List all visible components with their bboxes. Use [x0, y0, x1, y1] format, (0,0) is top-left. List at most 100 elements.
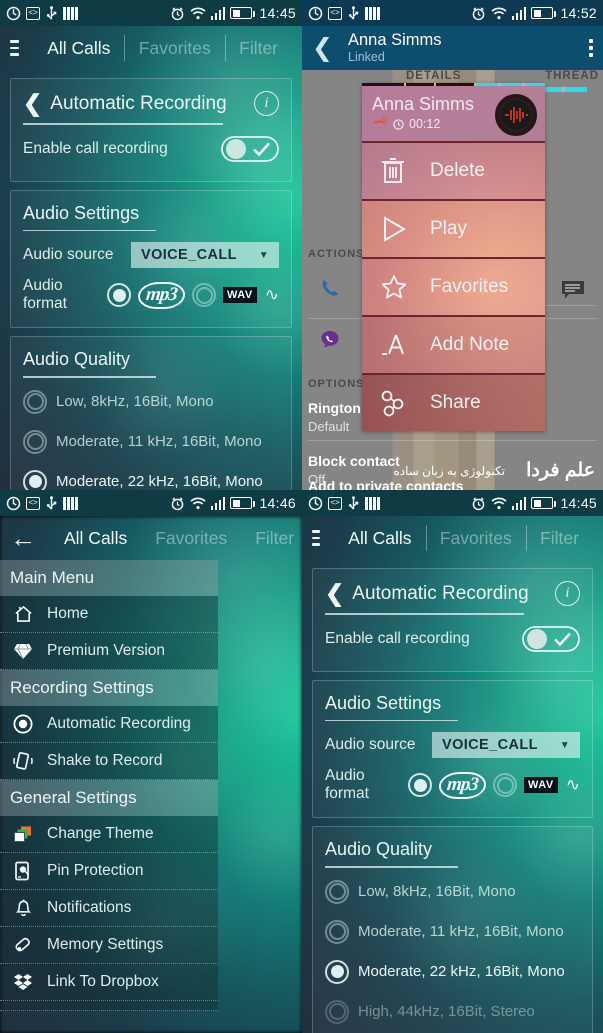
drawer-item-link-to-dropbox[interactable]: Link To Dropbox [0, 964, 218, 1001]
tab-all-calls[interactable]: All Calls [33, 38, 124, 59]
viber-icon[interactable] [320, 330, 340, 350]
status-bar: <> 14:52 [302, 0, 603, 26]
chevron-left-icon[interactable]: ❮ [325, 582, 344, 605]
play-icon [380, 215, 430, 243]
enable-call-recording-label: Enable call recording [325, 629, 470, 647]
popup-item-share[interactable]: Share [362, 373, 545, 431]
usb-icon [347, 495, 360, 511]
tab-filter[interactable]: Filter [241, 528, 302, 549]
app-bar: ← All Calls Favorites Filter [0, 516, 302, 560]
quality-radio[interactable] [23, 429, 47, 454]
tab-details[interactable]: DETAILS [406, 70, 461, 82]
drawer-section-recording-settings: Recording Settings [0, 670, 218, 706]
alarm-icon [170, 496, 185, 511]
audio-source-select[interactable]: VOICE_CALL ▼ [131, 242, 279, 269]
add-private-contacts-title[interactable]: Add to private contacts [308, 478, 464, 490]
alarm-icon [471, 6, 486, 21]
divider [325, 719, 458, 722]
drawer-item-shake-to-record[interactable]: Shake to Record [0, 743, 218, 780]
wav-logo-icon: WAV [223, 287, 257, 304]
kebab-menu-icon[interactable] [589, 39, 593, 57]
quality-option-high[interactable]: High, 44kHz, 16Bit, Stereo [325, 992, 580, 1032]
drawer-item-memory-settings[interactable]: Memory Settings [0, 927, 218, 964]
drawer-item-label: Change Theme [47, 825, 154, 842]
divider [325, 613, 524, 615]
enable-call-recording-row[interactable]: Enable call recording [23, 129, 279, 169]
format-wav-radio[interactable] [192, 283, 216, 308]
popup-item-delete[interactable]: Delete [362, 141, 545, 199]
hamburger-icon[interactable] [10, 40, 20, 56]
enable-call-recording-toggle[interactable] [522, 625, 580, 652]
arrow-left-icon[interactable]: ← [10, 525, 36, 551]
audio-quality-card: Audio Quality Low, 8kHz, 16Bit, Mono Mod… [10, 336, 292, 490]
tab-all-calls[interactable]: All Calls [50, 528, 141, 549]
drawer-item-automatic-recording[interactable]: Automatic Recording [0, 706, 218, 743]
format-wav-radio[interactable] [493, 773, 517, 798]
ringtone-title[interactable]: Rington [308, 400, 361, 416]
popup-item-favorites[interactable]: Favorites [362, 257, 545, 315]
popup-item-play[interactable]: Play [362, 199, 545, 257]
info-icon[interactable]: i [254, 91, 279, 116]
quality-radio[interactable] [325, 919, 349, 944]
audio-quality-title: Audio Quality [325, 839, 433, 860]
home-icon [11, 605, 35, 623]
quality-option-moderate-22[interactable]: Moderate, 22 kHz, 16Bit, Mono [23, 462, 279, 490]
chevron-left-icon[interactable]: ❮ [23, 92, 42, 115]
tab-favorites[interactable]: Favorites [141, 528, 241, 549]
quality-radio[interactable] [23, 469, 47, 490]
quality-option-moderate-11[interactable]: Moderate, 11 kHz, 16Bit, Mono [325, 912, 580, 952]
drawer-item-pin-protection[interactable]: Pin Protection [0, 853, 218, 890]
quality-option-low[interactable]: Low, 8kHz, 16Bit, Mono [23, 382, 279, 422]
navigation-drawer: Main Menu Home Premium Version Recording… [0, 560, 218, 1033]
enable-call-recording-row[interactable]: Enable call recording [325, 619, 580, 659]
audio-settings-title: Audio Settings [23, 202, 140, 223]
equalizer-icon [63, 6, 78, 20]
tab-favorites[interactable]: Favorites [426, 528, 526, 549]
popup-indicator-bars [362, 83, 545, 86]
divider [23, 229, 157, 232]
format-mp3-radio[interactable] [408, 773, 433, 798]
hamburger-icon[interactable] [312, 530, 321, 546]
quality-radio[interactable] [325, 999, 349, 1024]
tab-filter[interactable]: Filter [225, 38, 292, 59]
audio-format-row: Audio format mp3 WAV ∿ [325, 765, 580, 805]
drawer-item-notifications[interactable]: Notifications [0, 890, 218, 927]
enable-call-recording-label: Enable call recording [23, 139, 168, 157]
screenshot-grid: <> 14:45 All Calls Favorites Filter ❮ Au… [0, 0, 603, 1033]
battery-icon [531, 497, 557, 509]
equalizer-icon [365, 496, 380, 510]
quality-option-moderate-22[interactable]: Moderate, 22 kHz, 16Bit, Mono [325, 952, 580, 992]
drawer-item-premium-version[interactable]: Premium Version [0, 633, 218, 670]
tab-filter[interactable]: Filter [526, 528, 593, 549]
quality-option-moderate-11[interactable]: Moderate, 11 kHz, 16Bit, Mono [23, 422, 279, 462]
drawer-item-change-theme[interactable]: Change Theme [0, 816, 218, 853]
card-title: Automatic Recording [50, 92, 227, 114]
drawer-item-home[interactable]: Home [0, 596, 218, 633]
quality-radio[interactable] [23, 389, 47, 414]
format-mp3-radio[interactable] [107, 283, 132, 308]
message-icon[interactable] [561, 280, 585, 300]
signal-icon [210, 496, 226, 510]
enable-call-recording-toggle[interactable] [221, 135, 279, 162]
wifi-icon [490, 6, 507, 20]
quality-radio[interactable] [325, 959, 349, 984]
quality-option-low[interactable]: Low, 8kHz, 16Bit, Mono [325, 872, 580, 912]
popup-item-add-note[interactable]: Add Note [362, 315, 545, 373]
audio-source-label: Audio source [23, 246, 114, 264]
status-bar: <> 14:45 [0, 0, 302, 26]
block-contact-title[interactable]: Block contact [308, 453, 400, 469]
tab-all-calls[interactable]: All Calls [334, 528, 425, 549]
tab-favorites[interactable]: Favorites [125, 38, 225, 59]
signal-icon [210, 6, 226, 20]
app-bar: All Calls Favorites Filter [0, 26, 302, 70]
phone-icon[interactable] [320, 278, 340, 298]
info-icon[interactable]: i [555, 581, 580, 606]
contact-app-bar: ❮ Anna Simms Linked [302, 26, 603, 70]
audio-settings-card: Audio Settings Audio source VOICE_CALL ▼… [10, 189, 292, 329]
tab-thread[interactable]: THREAD [545, 70, 599, 82]
status-time: 14:45 [560, 495, 597, 511]
audio-source-select[interactable]: VOICE_CALL ▼ [432, 732, 580, 759]
chevron-left-icon[interactable]: ❮ [312, 35, 338, 61]
quality-radio[interactable] [325, 879, 349, 904]
sync-icon [308, 6, 323, 21]
